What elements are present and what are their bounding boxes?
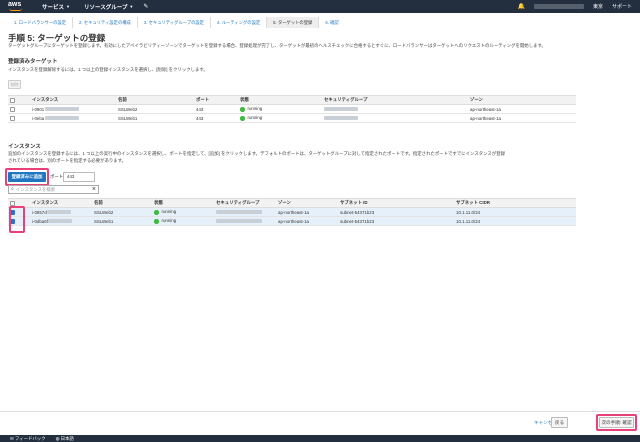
instance-search-input[interactable]: ⌕ インスタンスを検索 × bbox=[8, 185, 99, 194]
table-row[interactable]: i-0901 SSLWeb2 443 running ap-northeast-… bbox=[8, 104, 576, 114]
column-header[interactable]: ゾーン bbox=[276, 198, 338, 208]
account-menu[interactable] bbox=[533, 4, 584, 9]
column-header[interactable]: サブネット CIDR bbox=[454, 198, 576, 208]
back-button[interactable]: 戻る bbox=[551, 417, 568, 428]
bell-icon[interactable]: 🔔 bbox=[517, 3, 524, 10]
remove-button[interactable]: 削除 bbox=[8, 80, 21, 89]
status-running-icon bbox=[240, 116, 245, 121]
redacted bbox=[324, 107, 358, 112]
step-3[interactable]: 3. セキュリティグループの設定 bbox=[138, 17, 211, 28]
row-checkbox[interactable] bbox=[10, 106, 15, 112]
highlight-box bbox=[5, 168, 49, 186]
feedback-link[interactable]: ✉ フィードバック bbox=[10, 436, 46, 442]
column-header[interactable]: インスタンス bbox=[30, 95, 116, 105]
highlight-box bbox=[9, 206, 25, 233]
language-selector[interactable]: ◍ 日本語 bbox=[56, 436, 74, 442]
column-header[interactable]: 状態 bbox=[238, 95, 322, 105]
region-menu[interactable]: 東京 bbox=[593, 3, 603, 10]
table-row[interactable]: i-0dba6f SSLWeb1 running ap-northeast-1a… bbox=[8, 216, 576, 226]
status-running-icon bbox=[154, 219, 159, 224]
status-running-icon bbox=[154, 210, 159, 215]
instances-heading: インスタンス bbox=[8, 144, 41, 150]
column-header[interactable]: インスタンス bbox=[30, 198, 92, 208]
redacted bbox=[45, 116, 80, 121]
column-header[interactable]: 状態 bbox=[152, 198, 214, 208]
pin-icon[interactable]: ✎ bbox=[143, 3, 148, 10]
registered-targets-heading: 登録済みターゲット bbox=[8, 59, 58, 65]
chevron-down-icon: ▼ bbox=[129, 4, 134, 9]
highlight-box bbox=[596, 414, 637, 431]
instances-description-cont: されている場合は、別のポートを指定する必要があります。 bbox=[8, 158, 126, 163]
search-icon: ⌕ bbox=[11, 186, 14, 192]
table-row[interactable]: i-0857d SSLWeb2 running ap-northeast-1a … bbox=[8, 207, 576, 217]
bottom-bar: ✉ フィードバック ◍ 日本語 bbox=[0, 435, 640, 442]
step-6[interactable]: 6. 確認 bbox=[319, 17, 344, 28]
registered-targets-table: インスタンス 名前 ポート 状態 セキュリティグループ ゾーン i-0901 S… bbox=[8, 95, 576, 123]
port-input[interactable]: 443 bbox=[63, 172, 95, 182]
aws-logo[interactable]: aws bbox=[8, 0, 28, 13]
redacted bbox=[46, 210, 71, 215]
column-header[interactable]: セキュリティグループ bbox=[322, 95, 468, 105]
step-2[interactable]: 2. セキュリティ設定の構成 bbox=[73, 17, 138, 28]
instances-table: インスタンス 名前 状態 セキュリティグループ ゾーン サブネット ID サブネ… bbox=[8, 198, 576, 226]
redacted bbox=[216, 219, 262, 224]
instances-description: 追加のインスタンスを登録するには、1 つ以上の実行中のインスタンスを選択し、ポー… bbox=[8, 151, 505, 156]
row-checkbox[interactable] bbox=[10, 115, 15, 121]
step-1[interactable]: 1. ロードバランサーの設定 bbox=[8, 17, 74, 28]
footer-divider bbox=[0, 411, 640, 412]
chevron-down-icon: ▼ bbox=[66, 4, 70, 9]
column-header[interactable]: ゾーン bbox=[468, 95, 576, 105]
select-all-checkbox[interactable] bbox=[10, 97, 15, 103]
column-header[interactable]: サブネット ID bbox=[338, 198, 454, 208]
registered-targets-description: インスタンスを登録解除するには、1 つ以上の登録インスタンスを選択し、[削除] … bbox=[8, 67, 208, 72]
wizard-steps: 1. ロードバランサーの設定 2. セキュリティ設定の構成 3. セキュリティグ… bbox=[8, 17, 345, 28]
clear-icon[interactable]: × bbox=[92, 186, 96, 193]
column-header[interactable]: セキュリティグループ bbox=[214, 198, 276, 208]
top-nav-bar: aws サービス ▼ リソースグループ ▼ ✎ 🔔 東京 サポート bbox=[0, 0, 640, 13]
redacted bbox=[324, 116, 358, 121]
column-header[interactable]: 名前 bbox=[116, 95, 194, 105]
redacted bbox=[216, 210, 262, 215]
resource-groups-menu[interactable]: リソースグループ ▼ bbox=[84, 3, 133, 11]
status-running-icon bbox=[240, 107, 245, 112]
redacted bbox=[47, 219, 72, 224]
port-label: ポート bbox=[50, 174, 64, 179]
table-row[interactable]: i-0eba SSLWeb1 443 running ap-northeast-… bbox=[8, 113, 576, 123]
support-menu[interactable]: サポート bbox=[612, 3, 632, 10]
step-5[interactable]: 5. ターゲットの登録 bbox=[267, 17, 320, 28]
step-4[interactable]: 4. ルーティングの設定 bbox=[211, 17, 268, 28]
redacted bbox=[45, 107, 80, 112]
column-header[interactable]: 名前 bbox=[92, 198, 152, 208]
select-all-checkbox[interactable] bbox=[10, 200, 15, 206]
services-menu[interactable]: サービス ▼ bbox=[42, 3, 70, 11]
column-header[interactable]: ポート bbox=[194, 95, 238, 105]
page-description: ターゲットグループにターゲットを登録します。有効にしたアベイラビリティーゾーンで… bbox=[8, 43, 546, 48]
